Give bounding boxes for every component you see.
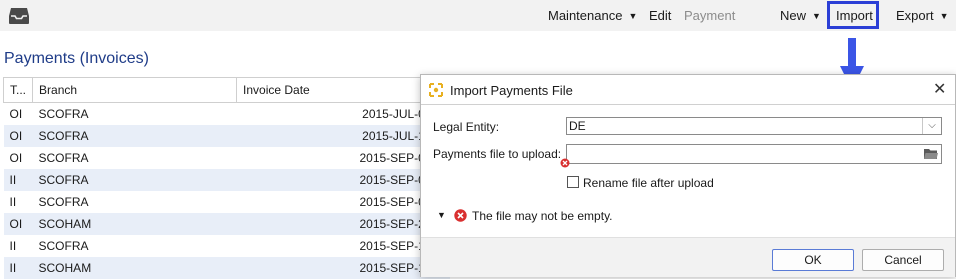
dialog-app-icon [429,83,443,97]
column-header-type[interactable]: T... [2,77,34,103]
expand-triangle-icon[interactable]: ▼ [437,210,446,220]
cell-type: II [9,239,17,253]
ok-button[interactable]: OK [772,249,854,271]
caret-down-icon: ▼ [812,11,821,21]
table-row[interactable]: II SCOFRA 2015-SEP-14 [4,235,450,257]
dialog-divider [421,104,955,105]
payments-table: T... Branch Invoice Date OI SCOFRA 2015-JU… [2,77,451,279]
cell-invoice-date: 2015-SEP-21 [236,213,450,235]
error-message: The file may not be empty. [472,209,613,223]
caret-down-icon: ▼ [939,11,949,21]
table-header-row: T... Branch Invoice Date [2,77,451,103]
new-menu-label: New [780,8,807,23]
maintenance-menu-label: Maintenance [548,8,623,23]
dialog-title: Import Payments File [450,83,573,98]
cell-type: OI [3,125,33,147]
cell-branch: SCOFRA [38,239,89,253]
rename-file-label: Rename file after upload [583,176,714,190]
file-upload-label: Payments file to upload: [433,147,562,161]
cell-branch: SCOFRA [38,151,89,165]
cell-invoice-date: 2015-SEP-14 [359,239,432,253]
validation-error-icon [560,158,570,168]
maintenance-menu[interactable]: Maintenance ▼ [548,8,637,23]
table-row[interactable]: OI SCOHAM 2015-SEP-21 [3,213,450,235]
cell-invoice-date: 2015-SEP-04 [236,169,450,191]
cancel-button[interactable]: Cancel [862,249,944,271]
close-icon[interactable]: ✕ [933,79,946,99]
table-row[interactable]: OI SCOFRA 2015-SEP-03 [4,147,450,169]
cell-invoice-date: 2015-SEP-19 [236,257,450,279]
cell-branch: SCOFRA [38,107,89,121]
import-payments-dialog: Import Payments File ✕ Legal Entity: DE … [420,74,956,277]
cell-type: OI [9,107,23,121]
cell-invoice-date: 2015-SEP-03 [359,151,432,165]
table-row[interactable]: OI SCOFRA 2015-JUL-05 [4,103,450,126]
export-menu-label: Export [896,8,934,23]
top-toolbar: Maintenance ▼ Edit Payment New ▼ Import Ex… [0,0,956,31]
new-menu[interactable]: New ▼ [780,8,821,23]
import-button[interactable]: Import [836,8,873,23]
cell-type: II [3,257,33,279]
cell-branch: SCOFRA [32,169,237,191]
cell-type: II [3,169,33,191]
edit-button[interactable]: Edit [649,8,671,23]
legal-entity-value: DE [569,119,586,133]
cell-type: OI [3,213,33,235]
cell-branch: SCOHAM [32,213,237,235]
legal-entity-select[interactable]: DE ⌵ [566,117,942,135]
caret-down-icon: ▼ [628,11,638,21]
legal-entity-label: Legal Entity: [433,120,500,134]
chevron-down-icon[interactable]: ⌵ [922,118,941,134]
cell-invoice-date: 2015-JUL-14 [236,125,450,147]
inbox-icon[interactable] [8,7,30,25]
cell-branch: SCOFRA [38,195,89,209]
export-menu[interactable]: Export ▼ [896,8,949,23]
table-row[interactable]: II SCOFRA 2015-SEP-04 [4,191,450,213]
cell-branch: SCOHAM [32,257,237,279]
cell-branch: SCOFRA [32,125,237,147]
cell-invoice-date: 2015-JUL-05 [362,107,432,121]
column-header-branch[interactable]: Branch [32,77,238,103]
table-row[interactable]: II SCOFRA 2015-SEP-04 [3,169,450,191]
column-header-invoice-date[interactable]: Invoice Date [236,77,451,103]
error-icon [454,209,467,222]
payment-button: Payment [684,8,736,23]
page-title: Payments (Invoices) [4,50,149,67]
cell-type: OI [9,151,23,165]
file-upload-field[interactable] [566,144,942,164]
table-row[interactable]: OI SCOFRA 2015-JUL-14 [3,125,450,147]
table-row[interactable]: II SCOHAM 2015-SEP-19 [3,257,450,279]
cell-invoice-date: 2015-SEP-04 [359,195,432,209]
cell-type: II [9,195,17,209]
folder-icon[interactable] [923,147,939,161]
dialog-footer: OK Cancel [421,237,955,277]
rename-file-checkbox[interactable] [567,176,579,188]
